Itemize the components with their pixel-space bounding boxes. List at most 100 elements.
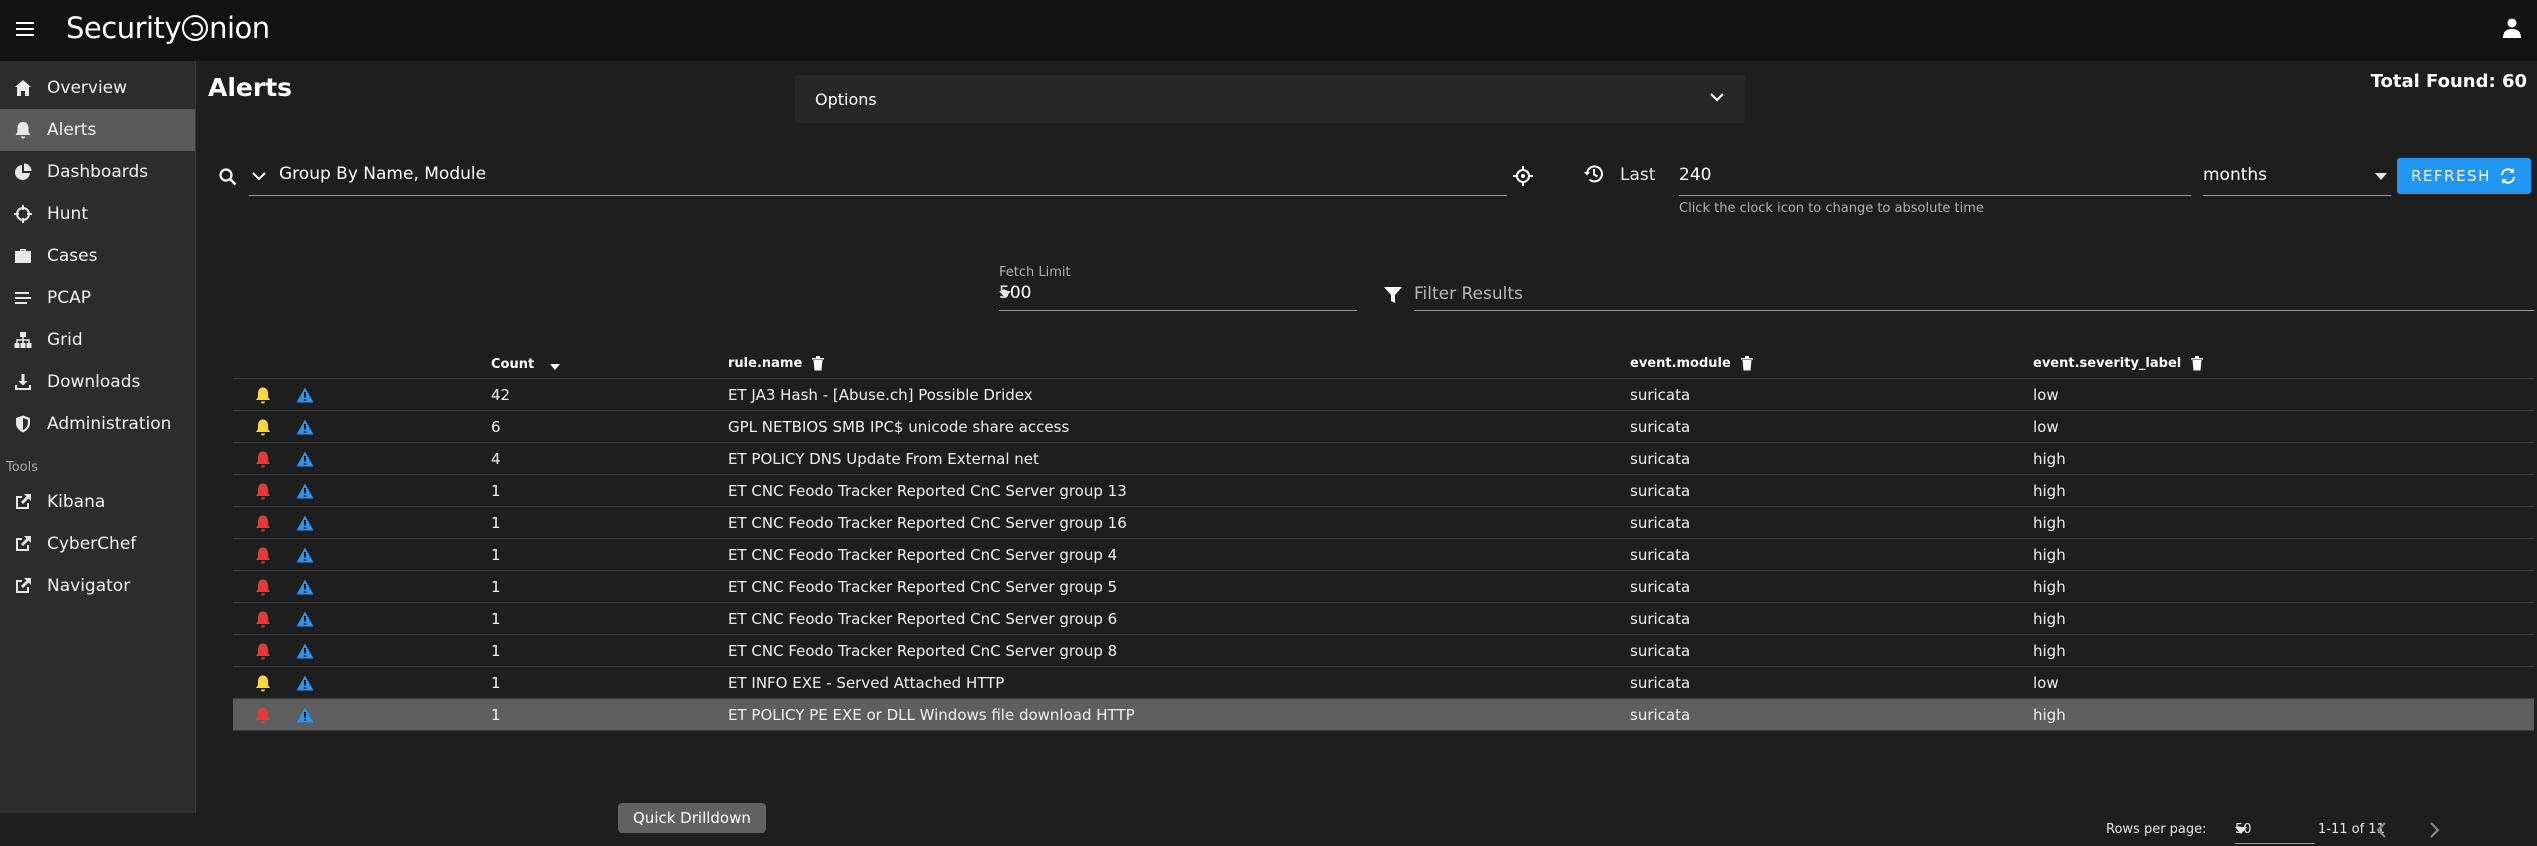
cell-rule-name[interactable]: ET JA3 Hash - [Abuse.ch] Possible Dridex (728, 386, 1033, 404)
cell-severity-label[interactable]: low (2033, 418, 2059, 436)
warning-icon[interactable] (296, 547, 314, 563)
bell-icon[interactable] (255, 675, 271, 692)
warning-icon[interactable] (296, 451, 314, 467)
warning-icon[interactable] (296, 579, 314, 595)
table-row[interactable]: 1 ET POLICY PE EXE or DLL Windows file do… (233, 699, 2534, 731)
sidebar-item-pcap[interactable]: PCAP (0, 277, 195, 319)
cell-rule-name[interactable]: ET POLICY PE EXE or DLL Windows file dow… (728, 706, 1135, 724)
cell-severity-label[interactable]: low (2033, 386, 2059, 404)
sidebar-item-navigator[interactable]: Navigator (0, 565, 195, 607)
history-icon[interactable] (1583, 163, 1605, 185)
sidebar-item-overview[interactable]: Overview (0, 67, 195, 109)
cell-severity-label[interactable]: high (2033, 610, 2066, 628)
filter-results-field[interactable] (1414, 279, 2534, 311)
table-row[interactable]: 42 ET JA3 Hash - [Abuse.ch] Possible Drid… (233, 379, 2534, 411)
cell-rule-name[interactable]: ET CNC Feodo Tracker Reported CnC Server… (728, 642, 1117, 660)
table-row[interactable]: 1 ET CNC Feodo Tracker Reported CnC Serve… (233, 507, 2534, 539)
cell-severity-label[interactable]: low (2033, 674, 2059, 692)
column-header-rule-name[interactable]: rule.name (728, 355, 825, 371)
bell-icon[interactable] (255, 579, 271, 596)
cell-severity-label[interactable]: high (2033, 578, 2066, 596)
warning-icon[interactable] (296, 707, 314, 723)
trash-icon[interactable] (2190, 355, 2204, 371)
menu-icon[interactable] (16, 18, 34, 38)
refresh-button[interactable]: REFRESH (2397, 158, 2531, 194)
cell-event-module[interactable]: suricata (1630, 674, 1690, 692)
table-row[interactable]: 1 ET CNC Feodo Tracker Reported CnC Serve… (233, 571, 2534, 603)
cell-severity-label[interactable]: high (2033, 642, 2066, 660)
cell-event-module[interactable]: suricata (1630, 418, 1690, 436)
trash-icon[interactable] (1740, 355, 1754, 371)
fetch-limit-select[interactable]: 500 (999, 279, 1357, 311)
bell-icon[interactable] (255, 451, 271, 468)
sidebar-item-alerts[interactable]: Alerts (0, 109, 195, 151)
sidebar-item-kibana[interactable]: Kibana (0, 481, 195, 523)
cell-event-module[interactable]: suricata (1630, 386, 1690, 404)
sidebar-item-cyberchef[interactable]: CyberChef (0, 523, 195, 565)
time-unit-select[interactable]: months (2203, 156, 2391, 196)
bell-icon[interactable] (255, 387, 271, 404)
sidebar-item-administration[interactable]: Administration (0, 403, 195, 445)
cell-rule-name[interactable]: ET CNC Feodo Tracker Reported CnC Server… (728, 482, 1127, 500)
cell-rule-name[interactable]: ET CNC Feodo Tracker Reported CnC Server… (728, 610, 1117, 628)
sidebar-item-hunt[interactable]: Hunt (0, 193, 195, 235)
table-row[interactable]: 1 ET INFO EXE - Served Attached HTTP suric… (233, 667, 2534, 699)
cell-event-module[interactable]: suricata (1630, 642, 1690, 660)
cell-event-module[interactable]: suricata (1630, 482, 1690, 500)
cell-event-module[interactable]: suricata (1630, 546, 1690, 564)
cell-rule-name[interactable]: ET POLICY DNS Update From External net (728, 450, 1039, 468)
cell-severity-label[interactable]: high (2033, 450, 2066, 468)
cell-event-module[interactable]: suricata (1630, 514, 1690, 532)
table-row[interactable]: 1 ET CNC Feodo Tracker Reported CnC Serve… (233, 635, 2534, 667)
cell-rule-name[interactable]: ET INFO EXE - Served Attached HTTP (728, 674, 1004, 692)
cell-severity-label[interactable]: high (2033, 514, 2066, 532)
user-icon[interactable] (2503, 18, 2521, 38)
column-header-event-module[interactable]: event.module (1630, 355, 1754, 371)
bell-icon[interactable] (255, 643, 271, 660)
bell-icon[interactable] (255, 611, 271, 628)
table-row[interactable]: 1 ET CNC Feodo Tracker Reported CnC Serve… (233, 539, 2534, 571)
cell-severity-label[interactable]: high (2033, 706, 2066, 724)
warning-icon[interactable] (296, 483, 314, 499)
column-header-severity-label[interactable]: event.severity_label (2033, 355, 2204, 371)
cell-event-module[interactable]: suricata (1630, 450, 1690, 468)
crosshairs-icon[interactable] (1513, 166, 1533, 186)
warning-icon[interactable] (296, 675, 314, 691)
cell-rule-name[interactable]: ET CNC Feodo Tracker Reported CnC Server… (728, 546, 1117, 564)
sidebar-item-dashboards[interactable]: Dashboards (0, 151, 195, 193)
warning-icon[interactable] (296, 643, 314, 659)
query-input[interactable]: Group By Name, Module (249, 156, 1507, 196)
chevron-right-icon[interactable] (2424, 818, 2444, 842)
sort-arrow-icon[interactable] (548, 359, 562, 373)
cell-rule-name[interactable]: ET CNC Feodo Tracker Reported CnC Server… (728, 514, 1127, 532)
chevron-left-icon[interactable] (2372, 818, 2392, 842)
filter-results-input[interactable] (1414, 279, 2534, 309)
warning-icon[interactable] (296, 419, 314, 435)
warning-icon[interactable] (296, 387, 314, 403)
bell-icon[interactable] (255, 483, 271, 500)
cell-rule-name[interactable]: GPL NETBIOS SMB IPC$ unicode share acces… (728, 418, 1069, 436)
bell-icon[interactable] (255, 419, 271, 436)
bell-icon[interactable] (255, 547, 271, 564)
rows-per-page-select[interactable]: 50 (2235, 816, 2315, 844)
cell-event-module[interactable]: suricata (1630, 706, 1690, 724)
warning-icon[interactable] (296, 611, 314, 627)
trash-icon[interactable] (811, 355, 825, 371)
column-header-count[interactable]: Count (491, 355, 562, 373)
chevron-down-icon[interactable] (251, 170, 267, 182)
sidebar-item-cases[interactable]: Cases (0, 235, 195, 277)
cell-severity-label[interactable]: high (2033, 546, 2066, 564)
options-panel[interactable]: Options (795, 75, 1745, 123)
cell-event-module[interactable]: suricata (1630, 610, 1690, 628)
bell-icon[interactable] (255, 707, 271, 724)
sidebar-item-downloads[interactable]: Downloads (0, 361, 195, 403)
table-row[interactable]: 4 ET POLICY DNS Update From External net s… (233, 443, 2534, 475)
table-row[interactable]: 6 GPL NETBIOS SMB IPC$ unicode share acce… (233, 411, 2534, 443)
bell-icon[interactable] (255, 515, 271, 532)
relative-time-input[interactable]: 240 (1679, 156, 2191, 196)
table-row[interactable]: 1 ET CNC Feodo Tracker Reported CnC Serve… (233, 475, 2534, 507)
cell-rule-name[interactable]: ET CNC Feodo Tracker Reported CnC Server… (728, 578, 1117, 596)
cell-event-module[interactable]: suricata (1630, 578, 1690, 596)
cell-severity-label[interactable]: high (2033, 482, 2066, 500)
warning-icon[interactable] (296, 515, 314, 531)
